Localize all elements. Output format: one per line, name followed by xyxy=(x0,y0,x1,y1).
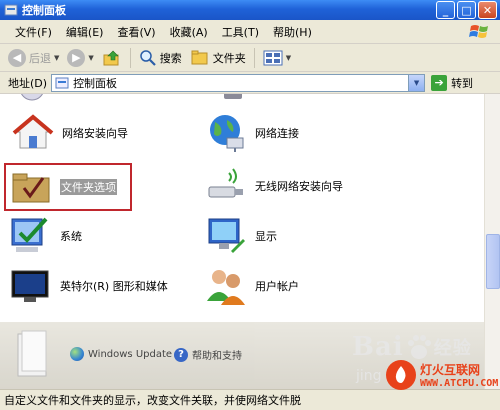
back-arrow-icon: ◀ xyxy=(8,48,26,67)
control-panel-icon xyxy=(55,77,69,88)
address-label: 地址(D) xyxy=(8,76,48,90)
windows-update-icon xyxy=(70,347,84,361)
item-intel-graphics[interactable]: 英特尔(R) 图形和媒体 xyxy=(10,265,168,307)
windows-logo-icon xyxy=(469,25,488,38)
menu-view[interactable]: 查看(V) xyxy=(110,21,162,43)
scroll-thumb[interactable] xyxy=(486,234,500,289)
folders-label: 文件夹 xyxy=(212,51,246,65)
forward-arrow-icon: ▶ xyxy=(67,48,86,67)
address-bar: 地址(D) 控制面板 ▼ ➔ 转到 xyxy=(0,72,500,94)
windows-update-link[interactable]: Windows Update xyxy=(70,347,172,361)
status-bar: 自定义文件和文件夹的显示，改变文件关联，并使网络文件脱 xyxy=(0,389,500,410)
address-input[interactable]: 控制面板 ▼ xyxy=(51,73,426,92)
window-title: 控制面板 xyxy=(22,4,66,17)
folder-options-icon xyxy=(12,173,50,203)
close-button[interactable]: ✕ xyxy=(478,1,497,19)
item-display[interactable]: 显示 xyxy=(205,215,277,257)
title-bar: 控制面板 _ □ ✕ xyxy=(0,0,500,20)
views-icon xyxy=(263,50,283,65)
item-label: 文件夹选项 xyxy=(60,179,117,195)
flame-icon xyxy=(386,360,416,390)
search-label: 搜索 xyxy=(159,51,182,65)
paw-icon xyxy=(407,335,431,359)
forward-dropdown-icon[interactable]: ▼ xyxy=(88,54,93,62)
menu-edit[interactable]: 编辑(E) xyxy=(59,21,111,43)
window-controls: _ □ ✕ xyxy=(436,1,497,19)
toolbar-separator xyxy=(253,47,255,68)
menu-tools[interactable]: 工具(T) xyxy=(215,21,266,43)
folders-icon xyxy=(191,50,208,64)
folders-button[interactable]: 文件夹 xyxy=(186,46,250,70)
windows-update-label: Windows Update xyxy=(88,348,173,360)
help-support-link[interactable]: ? 帮助和支持 xyxy=(174,347,242,362)
go-arrow-icon: ➔ xyxy=(431,74,448,91)
document-stack-icon xyxy=(17,330,47,377)
help-support-label: 帮助和支持 xyxy=(192,351,242,362)
views-button[interactable]: ▼ xyxy=(259,46,295,70)
item-label: 系统 xyxy=(60,230,82,243)
baidu-watermark-sub: jing xyxy=(356,368,382,384)
home-network-icon xyxy=(12,114,54,149)
item-folder-options[interactable]: 文件夹选项 xyxy=(4,163,132,211)
address-value: 控制面板 xyxy=(73,76,118,90)
menu-favorites[interactable]: 收藏(A) xyxy=(163,21,215,43)
address-dropdown-icon[interactable]: ▼ xyxy=(408,74,425,91)
toolbar-separator xyxy=(129,47,131,68)
display-icon xyxy=(208,218,245,253)
user-accounts-icon xyxy=(207,270,245,305)
baidu-watermark-text: Bai xyxy=(352,332,404,362)
item-label: 网络安装向导 xyxy=(62,127,128,140)
site-name: 灯火互联网 xyxy=(420,363,481,377)
site-logo-text: 灯火互联网 WWW.ATCPU.COM xyxy=(420,361,498,389)
control-panel-icon xyxy=(4,4,18,16)
wireless-icon xyxy=(208,168,243,198)
item-network-connections[interactable]: 网络连接 xyxy=(205,112,299,154)
partial-connector-icon xyxy=(224,94,242,99)
status-text: 自定义文件和文件夹的显示，改变文件关联，并使网络文件脱 xyxy=(4,394,301,407)
item-label: 显示 xyxy=(255,230,277,243)
system-icon xyxy=(11,217,48,252)
item-user-accounts[interactable]: 用户帐户 xyxy=(205,265,299,307)
back-button[interactable]: ◀ 后退 ▼ xyxy=(4,46,63,70)
item-network-setup-wizard[interactable]: 网络安装向导 xyxy=(12,112,128,154)
item-label: 英特尔(R) 图形和媒体 xyxy=(60,280,168,293)
item-label: 无线网络安装向导 xyxy=(255,180,343,193)
item-label: 用户帐户 xyxy=(255,280,299,293)
menu-help[interactable]: 帮助(H) xyxy=(266,21,319,43)
toolbar: ◀ 后退 ▼ ▶ ▼ 搜索 文件夹 ▼ xyxy=(0,44,500,72)
go-button[interactable]: ➔ 转到 xyxy=(431,74,474,91)
partial-cd-icon xyxy=(21,94,43,101)
back-label: 后退 xyxy=(29,51,51,65)
intel-graphics-icon xyxy=(11,270,49,302)
search-button[interactable]: 搜索 xyxy=(135,46,186,70)
baidu-watermark: Bai 经验 xyxy=(352,332,472,362)
minimize-button[interactable]: _ xyxy=(436,1,455,19)
back-dropdown-icon[interactable]: ▼ xyxy=(54,54,59,62)
menu-file[interactable]: 文件(F) xyxy=(8,21,59,43)
forward-button[interactable]: ▶ ▼ xyxy=(63,46,97,70)
menu-bar: 文件(F) 编辑(E) 查看(V) 收藏(A) 工具(T) 帮助(H) xyxy=(0,20,500,44)
item-label: 网络连接 xyxy=(255,127,299,140)
network-globe-icon xyxy=(210,115,244,152)
site-url: WWW.ATCPU.COM xyxy=(420,378,499,389)
site-logo: 灯火互联网 WWW.ATCPU.COM xyxy=(386,360,498,390)
vertical-scrollbar[interactable] xyxy=(484,94,500,389)
up-folder-icon xyxy=(103,50,119,65)
help-icon: ? xyxy=(174,347,188,362)
views-dropdown-icon[interactable]: ▼ xyxy=(286,54,291,62)
go-label: 转到 xyxy=(451,76,474,90)
up-folder-button[interactable] xyxy=(98,46,126,70)
item-wireless-setup-wizard[interactable]: 无线网络安装向导 xyxy=(205,165,343,207)
item-system[interactable]: 系统 xyxy=(10,215,82,257)
baidu-watermark-cn: 经验 xyxy=(433,338,472,359)
search-icon xyxy=(140,49,156,66)
maximize-button[interactable]: □ xyxy=(457,1,476,19)
